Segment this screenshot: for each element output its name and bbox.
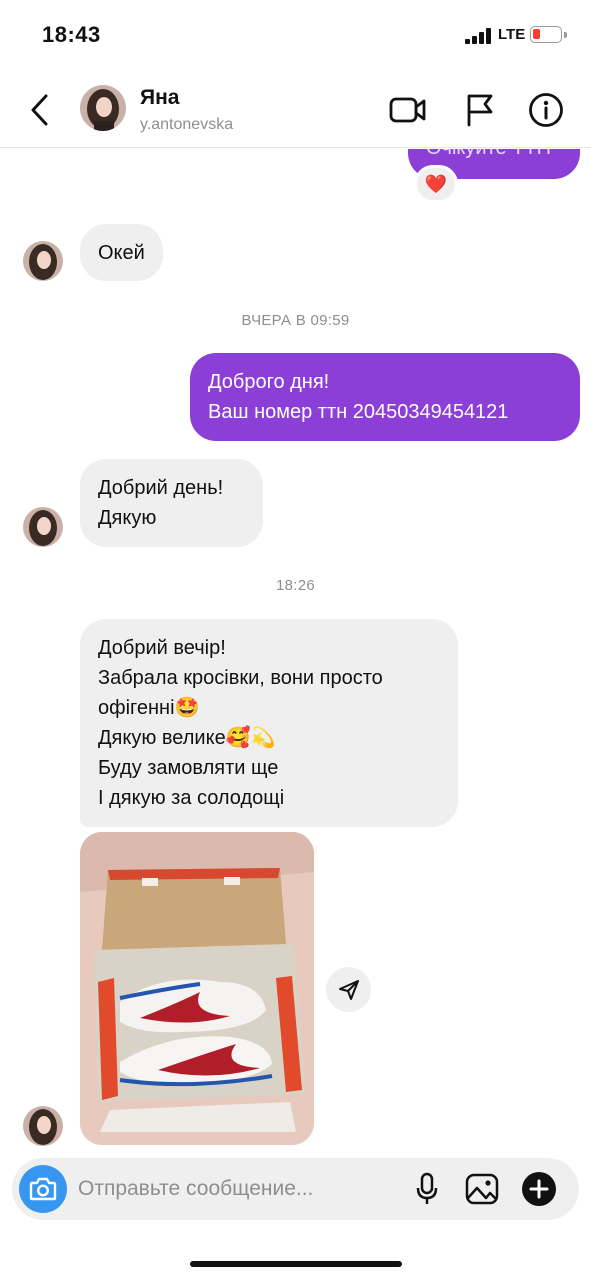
info-icon xyxy=(529,93,563,127)
status-bar: 18:43 LTE xyxy=(0,0,591,70)
contact-avatar[interactable] xyxy=(80,85,126,131)
battery-icon xyxy=(530,26,562,43)
flag-icon xyxy=(467,94,493,127)
heart-reaction[interactable]: ❤️ xyxy=(414,165,458,203)
image-icon xyxy=(465,1173,499,1205)
message-composer xyxy=(12,1158,579,1220)
message-bubble-incoming[interactable]: Окей xyxy=(80,224,163,281)
chevron-left-icon xyxy=(31,94,48,126)
add-content-button[interactable] xyxy=(520,1170,558,1208)
message-bubble-incoming[interactable]: Добрий вечір! Забрала кросівки, вони про… xyxy=(80,619,458,827)
camera-button[interactable] xyxy=(19,1165,67,1213)
home-indicator xyxy=(190,1261,402,1267)
message-bubble-incoming[interactable]: Добрий день! Дякую xyxy=(80,459,263,547)
status-time: 18:43 xyxy=(42,22,101,47)
microphone-icon xyxy=(416,1172,438,1204)
video-call-button[interactable] xyxy=(388,90,428,130)
message-timestamp: ВЧЕРА В 09:59 xyxy=(241,312,350,329)
contact-username[interactable]: y.antonevska xyxy=(140,116,233,134)
chat-header: Яна y.antonevska xyxy=(0,70,591,148)
contact-avatar-small[interactable] xyxy=(23,507,63,547)
back-button[interactable] xyxy=(24,92,56,128)
send-icon xyxy=(338,979,359,1000)
plus-circle-icon xyxy=(522,1172,556,1206)
video-camera-icon xyxy=(389,97,426,123)
sneakers-photo xyxy=(80,832,314,1145)
contact-name[interactable]: Яна xyxy=(140,86,179,110)
message-list[interactable]: Очікуйте ТТН ❤️ Окей ВЧЕРА В 09:59 Добро… xyxy=(0,149,591,1154)
camera-icon xyxy=(29,1177,57,1201)
photo-message[interactable] xyxy=(80,832,314,1145)
report-button[interactable] xyxy=(460,90,500,130)
message-input[interactable] xyxy=(78,1158,408,1220)
contact-avatar-small[interactable] xyxy=(23,1106,63,1146)
voice-message-button[interactable] xyxy=(408,1170,446,1208)
info-button[interactable] xyxy=(526,90,566,130)
network-type: LTE xyxy=(498,26,526,43)
signal-icon xyxy=(465,28,495,44)
gallery-button[interactable] xyxy=(463,1170,501,1208)
message-bubble-outgoing[interactable]: Доброго дня! Ваш номер ттн 2045034945412… xyxy=(190,353,580,441)
battery-tip xyxy=(564,32,567,38)
message-timestamp: 18:26 xyxy=(275,577,316,594)
share-photo-button[interactable] xyxy=(326,967,371,1012)
contact-avatar-small[interactable] xyxy=(23,241,63,281)
heart-icon: ❤️ xyxy=(424,173,448,194)
